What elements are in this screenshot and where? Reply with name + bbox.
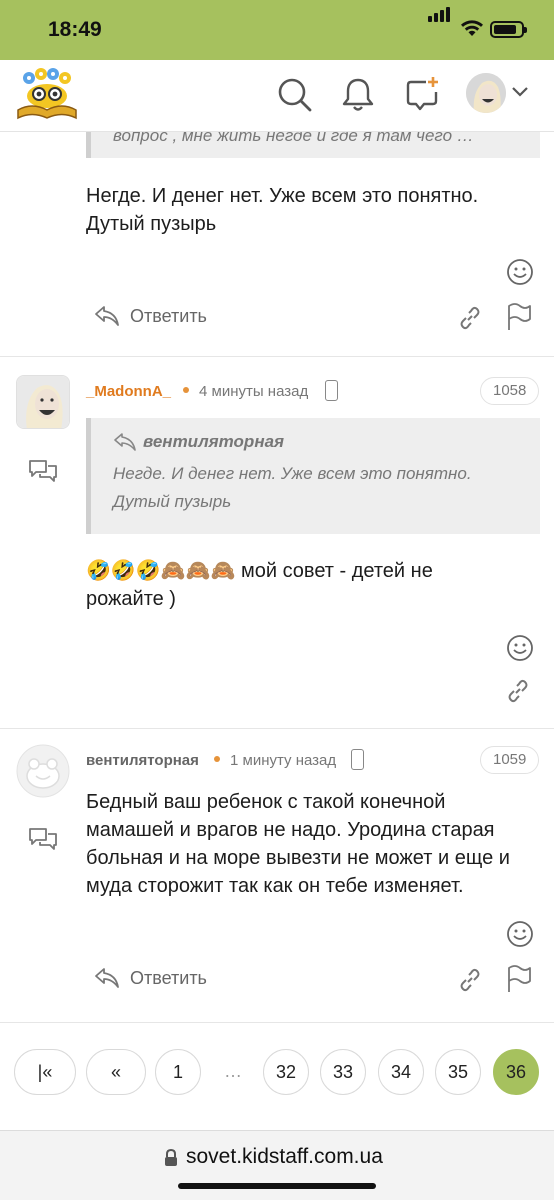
comment-text: Негде. И денег нет. Уже всем это понятно… — [86, 182, 478, 238]
reply-chat-icon[interactable] — [28, 458, 58, 484]
comment-time: 1 минуту назад — [230, 752, 337, 769]
reply-arrow-icon — [95, 968, 119, 988]
reply-chat-icon[interactable] — [28, 826, 58, 852]
reply-button[interactable]: Ответить — [94, 305, 207, 327]
comment-avatar[interactable] — [16, 744, 70, 798]
comment-text-line: больная и на море вывезти не может и еще… — [86, 847, 510, 869]
emoji-sequence: 🤣🤣🤣🙈🙈🙈 — [86, 560, 236, 582]
comment-text-line: рожайте ) — [86, 588, 176, 610]
comment-author[interactable]: _MadonnA_ — [86, 383, 171, 400]
site-header — [0, 60, 554, 132]
user-avatar[interactable] — [466, 73, 506, 113]
link-icon[interactable] — [458, 306, 482, 330]
link-icon[interactable] — [506, 679, 530, 703]
quote-arrow-icon — [114, 433, 136, 451]
quote-text: Негде. И денег нет. Уже всем это понятно… — [113, 460, 533, 516]
status-time: 18:49 — [48, 18, 102, 41]
lock-icon — [165, 1149, 177, 1166]
search-icon[interactable] — [274, 74, 314, 114]
home-indicator — [178, 1183, 376, 1189]
comment-text-part: мой совет - детей не — [240, 560, 433, 582]
page-prev-button[interactable]: « — [86, 1049, 146, 1095]
new-message-icon[interactable] — [402, 74, 442, 114]
quote-preview: вопрос , мне жить негде и где я там чего… — [86, 132, 540, 158]
quote-block: вентиляторная Негде. И денег нет. Уже вс… — [86, 418, 540, 534]
quote-text-line: Дутый пузырь — [113, 492, 232, 511]
link-icon[interactable] — [458, 968, 482, 992]
site-logo-icon[interactable] — [14, 66, 80, 120]
online-dot — [183, 387, 189, 393]
page-button[interactable]: 1 — [155, 1049, 201, 1095]
comment-divider — [0, 356, 554, 357]
pagination: |« « 1 … 32 33 34 35 36 — [0, 1022, 554, 1130]
quote-text-line: Негде. И денег нет. Уже всем это понятно… — [113, 464, 472, 483]
comment-number[interactable]: 1059 — [480, 746, 540, 774]
smile-reaction-icon[interactable] — [506, 634, 534, 662]
reply-button[interactable]: Ответить — [94, 967, 207, 989]
mobile-device-icon — [351, 749, 364, 770]
url-text: sovet.kidstaff.com.ua — [186, 1145, 383, 1168]
flag-icon[interactable] — [506, 965, 532, 993]
comment-avatar[interactable] — [16, 375, 70, 429]
page-button[interactable]: 35 — [435, 1049, 481, 1095]
comment-text-line: муда сторожит так как он тебе изменяет. — [86, 875, 464, 897]
comment-text-line: мамашей и врагов не надо. Уродина старая — [86, 819, 495, 841]
page-button-active[interactable]: 36 — [493, 1049, 539, 1095]
status-bar: 18:49 — [0, 0, 554, 60]
wifi-icon — [461, 20, 483, 36]
flag-icon[interactable] — [506, 303, 532, 331]
page-ellipsis: … — [224, 1061, 242, 1081]
mobile-device-icon — [325, 380, 338, 401]
smile-reaction-icon[interactable] — [506, 920, 534, 948]
reply-label: Ответить — [130, 305, 207, 326]
quote-author: вентиляторная — [143, 432, 285, 451]
comment-text-line: Негде. И денег нет. Уже всем это понятно… — [86, 185, 479, 207]
battery-icon — [490, 21, 527, 38]
comment-time: 4 минуты назад — [199, 383, 309, 400]
online-dot — [214, 756, 220, 762]
comment-author[interactable]: вентиляторная — [86, 752, 199, 769]
comment-text-line: 🤣🤣🤣🙈🙈🙈 мой совет - детей не — [86, 557, 433, 585]
quote-preview-text: вопрос , мне жить негде и где я там чего… — [113, 132, 474, 145]
comment-text: Бедный ваш ребенок с такой конечной мама… — [86, 788, 510, 900]
comment-text-line: Дутый пузырь — [86, 213, 217, 235]
comment-number[interactable]: 1058 — [480, 377, 540, 405]
bell-icon[interactable] — [338, 74, 378, 114]
reply-arrow-icon — [95, 306, 119, 326]
smile-reaction-icon[interactable] — [506, 258, 534, 286]
comment-divider — [0, 728, 554, 729]
page-first-button[interactable]: |« — [14, 1049, 76, 1095]
chevron-down-icon[interactable] — [511, 86, 529, 98]
reply-label: Ответить — [130, 967, 207, 988]
browser-url-bar[interactable]: sovet.kidstaff.com.ua — [0, 1130, 554, 1200]
page-button[interactable]: 33 — [320, 1049, 366, 1095]
page-button[interactable]: 32 — [263, 1049, 309, 1095]
comment-text-line: Бедный ваш ребенок с такой конечной — [86, 791, 446, 813]
page-button[interactable]: 34 — [378, 1049, 424, 1095]
comment-text: 🤣🤣🤣🙈🙈🙈 мой совет - детей не рожайте ) — [86, 557, 433, 613]
